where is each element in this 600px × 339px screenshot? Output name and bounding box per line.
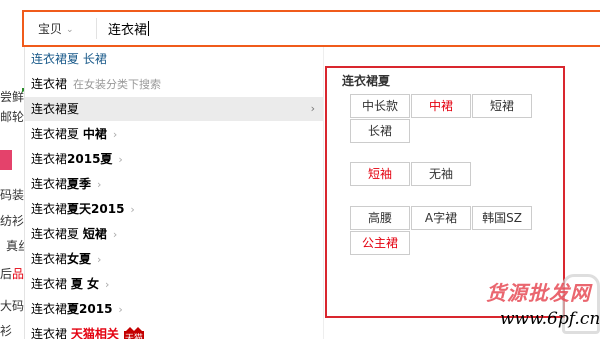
suggestion-text: 连衣裙 [31,302,68,316]
attribute-option[interactable]: 中长款 [350,94,410,118]
bg-pink-block [0,150,12,170]
suggestion-list: 连衣裙夏 长裙 连衣裙 在女装分类下搜索 连衣裙夏 › 连衣裙夏 中裙 › 连衣裙2015夏 ›… [25,47,323,339]
bg-fragment: 衫 [0,324,13,338]
suggestion-item[interactable]: 连衣裙女夏 › [25,247,323,271]
attribute-option[interactable]: 公主裙 [350,231,410,255]
chevron-right-icon: › [97,178,102,191]
suggestion-text: 夏季 [67,177,92,191]
suggestion-item[interactable]: 连衣裙夏 长裙 [25,47,323,71]
suggestion-text: 连衣裙 [31,252,68,266]
suggestion-text: 连衣裙 [31,177,68,191]
suggestion-text: 2015夏 [67,152,113,166]
chevron-right-icon: › [118,153,123,166]
bg-fragment: 纺衫 [0,214,25,228]
suggestion-item[interactable]: 连衣裙夏2015 › [25,297,323,321]
bg-fragment: 邮轮 [0,110,25,124]
chevron-right-icon: › [105,278,110,291]
attribute-option[interactable]: 短裙 [472,94,532,118]
suggestion-text: 连衣裙 [31,202,68,216]
chevron-right-icon: › [112,128,118,141]
panel-divider [323,47,324,339]
attribute-option[interactable]: 无袖 [411,162,471,186]
suggestion-item[interactable]: 连衣裙2015夏 › [25,147,323,171]
attribute-option[interactable]: 长裙 [350,119,410,143]
suggestion-text: 连衣裙夏 长裙 [31,52,107,66]
search-bar: 宝贝 ⌄ 连衣裙 [22,10,600,47]
bg-fragment: 品 [12,267,25,281]
suggestion-text: 连衣裙夏 [31,102,80,116]
suggestion-text: 连衣裙 [31,327,71,339]
attribute-option[interactable]: 中裙 [411,94,471,118]
attribute-option[interactable]: 高腰 [350,206,410,230]
bg-fragment: 尝鲜 [0,90,25,104]
suggestion-item[interactable]: 连衣裙 夏 女 › [25,272,323,296]
suggestion-text: 夏2015 [67,302,113,316]
suggestion-text: 连衣裙 [31,277,71,291]
suggestion-text: 连衣裙 [31,152,68,166]
suggestion-item[interactable]: 连衣裙 在女装分类下搜索 [25,72,323,96]
suggestion-text: 夏 女 [70,277,100,291]
search-scope-dropdown[interactable]: 宝贝 ⌄ [38,20,74,37]
text-caret [148,21,150,36]
chevron-right-icon: › [118,303,123,316]
suggestion-text: 中裙 [82,127,107,141]
chevron-down-icon: ⌄ [66,25,74,35]
suggestion-item[interactable]: 连衣裙夏季 › [25,172,323,196]
attribute-option[interactable]: 韩国SZ [472,206,532,230]
suggestion-item[interactable]: 连衣裙夏 短裙 › [25,222,323,246]
suggestion-text: 连衣裙夏 [31,127,83,141]
search-scope-label: 宝贝 [38,22,63,36]
chevron-right-icon: › [112,228,118,241]
attribute-option[interactable]: 短袖 [350,162,410,186]
attribute-panel-title: 连衣裙夏 [342,74,391,88]
watermark-url: www.6pf.cn [500,309,600,329]
suggestion-text: 夏天2015 [67,202,125,216]
suggestion-item[interactable]: 连衣裙夏 › [25,97,323,121]
suggestion-text: 连衣裙 [31,77,68,91]
watermark-text: 货源批发网 [486,281,591,305]
bg-fragment: 后 [0,267,13,281]
suggestion-text: 短裙 [82,227,107,241]
tmall-badge-icon: 天猫 [123,327,144,339]
suggestion-text: 女夏 [67,252,92,266]
suggestion-item[interactable]: 连衣裙 天猫相关 天猫 [25,322,323,339]
search-input[interactable]: 连衣裙 [108,19,150,38]
suggestion-hint: 在女装分类下搜索 [73,78,162,91]
search-query-text: 连衣裙 [108,23,148,38]
suggestion-item[interactable]: 连衣裙夏天2015 › [25,197,323,221]
chevron-right-icon: › [97,253,102,266]
search-divider [96,18,97,39]
bg-fragment: 大码 [0,299,25,313]
attribute-option[interactable]: A字裙 [411,206,471,230]
suggestion-item[interactable]: 连衣裙夏 中裙 › [25,122,323,146]
suggestion-text: 天猫相关 [70,327,119,339]
bg-fragment: 码装 [0,188,25,202]
chevron-right-icon: › [130,203,135,216]
chevron-right-icon: › [310,102,315,115]
suggestion-text: 连衣裙夏 [31,227,83,241]
